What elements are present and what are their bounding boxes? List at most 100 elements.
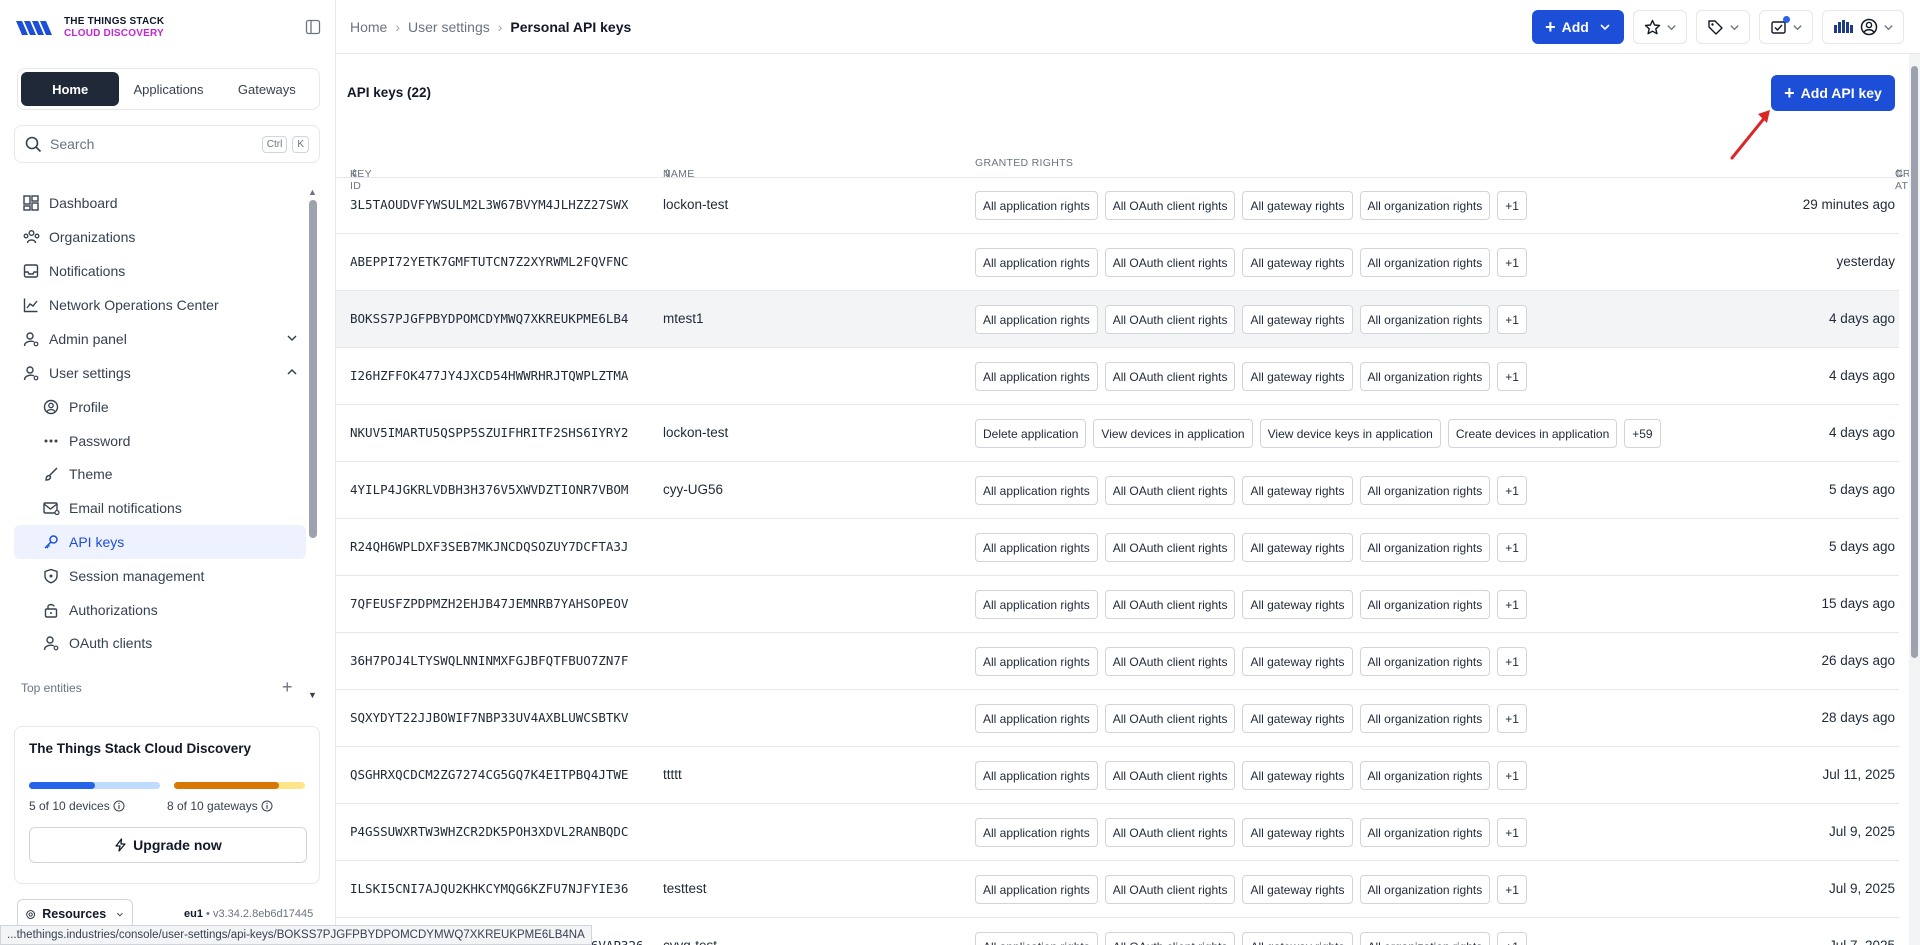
table-row[interactable]: QSGHRXQCDCM2ZG7274CG5GQ7K4EITPBQ4JTWE ttt…	[336, 747, 1899, 804]
created-at-cell: Jul 7, 2025	[1829, 938, 1895, 945]
breadcrumb-home[interactable]: Home	[350, 19, 387, 35]
created-at-cell: 4 days ago	[1828, 368, 1895, 383]
sidebar-item-organizations[interactable]: Organizations	[14, 220, 306, 254]
created-at-cell: 5 days ago	[1828, 539, 1895, 554]
plan-title: The Things Stack Cloud Discovery	[29, 741, 252, 756]
right-tag: All OAuth client rights	[1104, 932, 1236, 945]
sidebar-item-noc[interactable]: Network Operations Center	[14, 288, 306, 322]
gateways-usage-fill	[174, 782, 279, 789]
sidebar-item-dashboard[interactable]: Dashboard	[14, 186, 306, 220]
sidebar-item-session-management[interactable]: Session management	[14, 559, 306, 593]
chevron-down-icon	[1600, 24, 1610, 31]
sidebar-item-label: Theme	[69, 466, 113, 483]
granted-rights-cell: All application rightsAll OAuth client r…	[975, 704, 1527, 733]
right-tag: View device keys in application	[1259, 419, 1441, 448]
granted-rights-cell: All application rightsAll OAuth client r…	[975, 362, 1527, 391]
table-row[interactable]: 7QFEUSFZPDPMZH2EHJB47JEMNRB7YAHSOPEOV All…	[336, 576, 1899, 633]
key-icon	[42, 533, 60, 551]
table-row[interactable]: ILSKI5CNI7AJQU2KHKCYMQG6KZFU7NJFYIE36 tes…	[336, 861, 1899, 918]
notification-dot	[1783, 16, 1790, 23]
sidebar-item-profile[interactable]: Profile	[14, 390, 306, 424]
chevron-down-icon	[287, 335, 297, 342]
search-placeholder: Search	[50, 136, 95, 152]
bookmarks-button[interactable]	[1633, 10, 1687, 44]
sidebar-item-admin-panel[interactable]: Admin panel	[14, 322, 306, 356]
key-id-cell: ABEPPI72YETK7GMFTUTCN7Z2XYRWML2FQVFNC	[350, 254, 629, 269]
table-row[interactable]: P4GSSUWXRTW3WHZCR2DK5POH3XDVL2RANBQDC All…	[336, 804, 1899, 861]
right-tag: All application rights	[975, 875, 1098, 904]
sidebar-scrollbar[interactable]	[309, 200, 317, 538]
table-row[interactable]: I26HZFFOK477JY4JXCD54HWWRHRJTQWPLZTMA All…	[336, 348, 1899, 405]
table-row[interactable]: 4YILP4JGKRLVDBH3H376V5XWVDZTIONR7VBOM cyy…	[336, 462, 1899, 519]
created-at-cell: 26 days ago	[1821, 653, 1895, 668]
right-tag: All organization rights	[1359, 533, 1491, 562]
shield-icon	[42, 567, 60, 585]
right-tag: All application rights	[975, 704, 1098, 733]
logo-mark-icon	[16, 21, 52, 35]
sidebar-item-email-notifications[interactable]: Email notifications	[14, 491, 306, 525]
table-row[interactable]: NKUV5IMARTU5QSPP5SZUIFHRITF2SHS6IYRY2 loc…	[336, 405, 1899, 462]
table-row[interactable]: BOKSS7PJGFPBYDPOMCDYMWQ7XKREUKPME6LB4 mte…	[336, 291, 1899, 348]
add-top-entity-icon[interactable]: +	[282, 677, 293, 698]
chevron-down-icon	[1883, 24, 1893, 30]
profile-dropdown[interactable]	[1822, 10, 1904, 44]
info-icon[interactable]	[261, 800, 273, 812]
created-at-cell: Jul 9, 2025	[1828, 824, 1895, 839]
upgrade-button[interactable]: Upgrade now	[29, 827, 307, 863]
brand-logo[interactable]: THE THINGS STACK CLOUD DISCOVERY	[14, 16, 164, 40]
table-row[interactable]: ABEPPI72YETK7GMFTUTCN7Z2XYRWML2FQVFNC All…	[336, 234, 1899, 291]
search-input[interactable]: Search Ctrl K	[14, 125, 320, 163]
page-scrollbar[interactable]	[1909, 54, 1920, 945]
sidebar-collapse-icon[interactable]	[305, 19, 321, 35]
granted-rights-cell: All application rightsAll OAuth client r…	[975, 476, 1527, 505]
right-tag: All application rights	[975, 932, 1098, 945]
gateways-usage-bar	[174, 782, 305, 789]
scroll-down-arrow-icon[interactable]: ▼	[308, 690, 317, 700]
main-content: API keys (22) + Add API key KEY ID ⇕ NAM…	[336, 54, 1920, 945]
right-tag: All OAuth client rights	[1104, 362, 1236, 391]
tags-button[interactable]	[1696, 10, 1750, 44]
table-row[interactable]: SQXYDYT22JJBOWIF7NBP33UV4AXBLUWCSBTKV All…	[336, 690, 1899, 747]
sidebar-item-api-keys[interactable]: API keys	[14, 525, 306, 559]
breadcrumb-separator-icon: ›	[395, 19, 401, 35]
table-row[interactable]: 36H7POJ4LTYSWQLNNINMXFGJBFQTFBUO7ZN7F All…	[336, 633, 1899, 690]
mail-settings-icon	[42, 499, 60, 517]
key-id-cell: BOKSS7PJGFPBYDPOMCDYMWQ7XKREUKPME6LB4	[350, 311, 629, 326]
info-icon[interactable]	[113, 800, 125, 812]
granted-rights-cell: Delete application View devices in applic…	[975, 419, 1661, 448]
sidebar-nav: Dashboard Organizations Notifications Ne…	[14, 186, 306, 660]
switcher-tab-applications[interactable]: Applications	[119, 72, 217, 106]
add-api-key-button[interactable]: + Add API key	[1771, 75, 1895, 111]
sidebar-item-user-settings[interactable]: User settings	[14, 356, 306, 390]
right-tag: All gateway rights	[1242, 818, 1353, 847]
right-tag: All gateway rights	[1242, 476, 1353, 505]
sidebar-item-authorizations[interactable]: Authorizations	[14, 593, 306, 627]
sidebar-item-password[interactable]: Password	[14, 424, 306, 458]
right-tag: All organization rights	[1359, 248, 1491, 277]
right-tag: All OAuth client rights	[1104, 818, 1236, 847]
scroll-up-arrow-icon[interactable]: ▲	[308, 187, 317, 197]
tenant-logo-icon	[1833, 20, 1853, 33]
table-row[interactable]: 3L5TAOUDVFYWSULM2L3W67BVYM4JLHZZ27SWX loc…	[336, 177, 1899, 234]
breadcrumb-user-settings[interactable]: User settings	[408, 19, 490, 35]
sidebar-item-theme[interactable]: Theme	[14, 458, 306, 492]
switcher-tab-gateways[interactable]: Gateways	[218, 72, 316, 106]
notifications-button[interactable]	[1759, 10, 1813, 44]
page-scrollbar-thumb[interactable]	[1911, 66, 1918, 658]
key-name-cell: cyyg-test	[663, 938, 717, 945]
right-tag: All OAuth client rights	[1104, 761, 1236, 790]
key-id-cell: SQXYDYT22JJBOWIF7NBP33UV4AXBLUWCSBTKV	[350, 710, 629, 725]
search-icon	[25, 136, 42, 152]
dashboard-icon	[22, 194, 40, 212]
right-tag: All organization rights	[1359, 818, 1491, 847]
add-dropdown-button[interactable]: + Add	[1532, 10, 1624, 44]
key-name-cell: cyy-UG56	[663, 482, 724, 497]
right-tag: All application rights	[975, 305, 1098, 334]
sidebar-item-notifications[interactable]: Notifications	[14, 254, 306, 288]
right-tag: All organization rights	[1359, 761, 1491, 790]
sidebar-item-oauth-clients[interactable]: OAuth clients	[14, 627, 306, 661]
table-row[interactable]: R24QH6WPLDXF3SEB7MKJNCDQSOZUY7DCFTA3J All…	[336, 519, 1899, 576]
switcher-tab-home[interactable]: Home	[21, 72, 120, 106]
chevron-down-icon	[1729, 24, 1739, 30]
key-name-cell: testtest	[663, 881, 707, 896]
